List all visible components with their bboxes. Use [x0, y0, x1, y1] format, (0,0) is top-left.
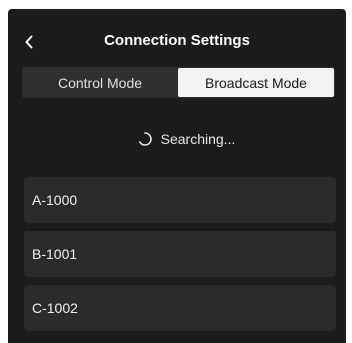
tab-broadcast-mode[interactable]: Broadcast Mode: [178, 68, 334, 97]
device-name: A-1000: [32, 192, 78, 208]
device-item-c-1002[interactable]: C-1002: [24, 285, 336, 331]
search-status: Searching...: [8, 128, 346, 150]
search-status-text: Searching...: [160, 131, 236, 147]
mode-tabs: Control Mode Broadcast Mode: [22, 67, 335, 98]
device-name: C-1002: [32, 300, 78, 316]
tab-control-mode[interactable]: Control Mode: [22, 67, 178, 98]
loading-spinner-icon: [138, 132, 152, 146]
connection-settings-panel: Connection Settings Control Mode Broadca…: [8, 9, 346, 343]
device-list: A-1000 B-1001 C-1002: [24, 177, 336, 339]
device-item-b-1001[interactable]: B-1001: [24, 231, 336, 277]
device-name: B-1001: [32, 246, 78, 262]
device-item-a-1000[interactable]: A-1000: [24, 177, 336, 223]
page-title: Connection Settings: [104, 32, 250, 49]
header: Connection Settings: [8, 9, 346, 69]
